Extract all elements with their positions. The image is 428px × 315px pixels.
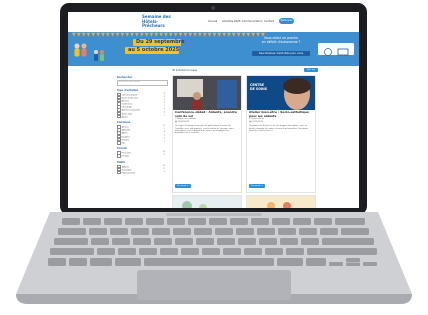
filter-label: Rue xyxy=(121,142,126,145)
checkbox-icon[interactable] xyxy=(117,154,121,158)
filter-group-title: Public xyxy=(117,160,126,164)
card-title[interactable]: Atelier bien-être : Socio-esthétique pou… xyxy=(247,110,315,118)
filter-sidebar: Rechercher Rechercher une activité Type … xyxy=(117,73,168,175)
logo-line2: Hôtels-Prêcheurs xyxy=(142,18,165,29)
card-photo xyxy=(173,196,241,208)
nav-item-home[interactable]: Accueil xyxy=(208,20,217,23)
sort-button[interactable]: Trier par xyxy=(304,68,318,72)
banner-question: Vous aidez un proche en déficit d'autono… xyxy=(253,36,309,44)
filter-option[interactable]: En ligne 6 xyxy=(117,154,167,158)
card-more-button[interactable]: En savoir + xyxy=(175,184,191,188)
card-photo xyxy=(173,76,241,110)
people-illustration-left xyxy=(72,42,90,58)
card-date-text: 29/09/2025 xyxy=(177,121,190,124)
card-image-caption: CENTRE DE SOINS xyxy=(250,83,268,92)
card-title[interactable]: Conférence-débat : Aidants, prendre soin… xyxy=(173,110,241,118)
card-date-text: 01/10/2025 xyxy=(251,121,264,124)
partner-logos xyxy=(318,43,354,56)
card-description: Un temps d'échange animé par une profess… xyxy=(175,125,235,135)
card-location-text: Maison des aidants xyxy=(176,118,197,121)
card-more-button[interactable]: En savoir + xyxy=(249,184,265,188)
keyboard-keys xyxy=(48,218,380,268)
activity-card[interactable]: CENTRE DE SOINS Atelier bien-être : Soci… xyxy=(246,75,316,193)
filter-option[interactable]: Professionnels 6 xyxy=(117,170,167,175)
filter-option[interactable]: Autres 7 xyxy=(117,114,167,119)
bunting-decoration: ▼▼▼▼▼▼▼▼▼▼▼▼▼▼▼▼▼▼▼▼▼▼▼▼▼▼▼▼▼▼▼▼▼▼▼▼▼▼▼▼ xyxy=(72,32,266,38)
filter-group-title: Commune xyxy=(117,121,131,124)
card-photo xyxy=(247,196,315,208)
results-count: 36 activités trouvées xyxy=(172,69,198,72)
filter-count: 2 xyxy=(163,140,165,143)
banner-question-line2: en déficit d'autonomie ? xyxy=(261,40,301,44)
webcam-icon xyxy=(211,6,215,10)
trackpad[interactable] xyxy=(137,270,291,300)
filter-option[interactable]: Rue 2 xyxy=(117,140,167,145)
filter-label: Professionnels xyxy=(121,172,136,175)
filter-count: 6 xyxy=(163,170,165,173)
filter-count: 6 xyxy=(163,154,165,157)
people-illustration-left-2 xyxy=(92,46,106,61)
banner-date-line2: au 5 octobre 2025 xyxy=(128,47,180,53)
browser-screen: Semaine des Hôtels-Prêcheurs Accueil Act… xyxy=(68,12,359,208)
nav-item-activities[interactable]: Activités 2025 xyxy=(222,20,241,23)
card-photo: CENTRE DE SOINS xyxy=(247,76,315,110)
filter-count: 7 xyxy=(163,114,165,117)
filter-label: En ligne xyxy=(121,155,130,158)
card-location-text: Centre social xyxy=(250,118,264,121)
card-description: Un moment de détente et de soin proposé … xyxy=(249,125,308,132)
filter-label: Autres xyxy=(121,116,128,119)
site-logo[interactable]: Semaine des Hôtels-Prêcheurs xyxy=(142,14,178,29)
nav-item-contact[interactable]: Contact xyxy=(264,20,274,23)
nav-item-communication[interactable]: Communication xyxy=(242,20,262,23)
banner-date-line1: Du 29 septembre xyxy=(136,39,185,45)
search-title: Rechercher xyxy=(117,76,133,79)
checkbox-icon[interactable] xyxy=(117,170,121,175)
search-input[interactable]: Rechercher une activité xyxy=(117,80,168,86)
activity-card[interactable]: Conférence-débat : Aidants, prendre soin… xyxy=(172,75,242,193)
banner-cta[interactable]: Des dizaines d'activités pour vous xyxy=(252,51,310,56)
keys-grid xyxy=(48,218,377,266)
caption-line2: DE SOINS xyxy=(250,86,268,91)
filter-group-title: Type d'activités xyxy=(117,88,139,92)
filter-group-title: Format xyxy=(117,147,127,151)
activity-card[interactable] xyxy=(172,195,242,208)
participate-button[interactable]: Participer xyxy=(279,18,294,24)
checkbox-icon[interactable] xyxy=(117,140,121,145)
activity-card[interactable] xyxy=(246,195,316,208)
checkbox-icon[interactable] xyxy=(117,114,121,119)
